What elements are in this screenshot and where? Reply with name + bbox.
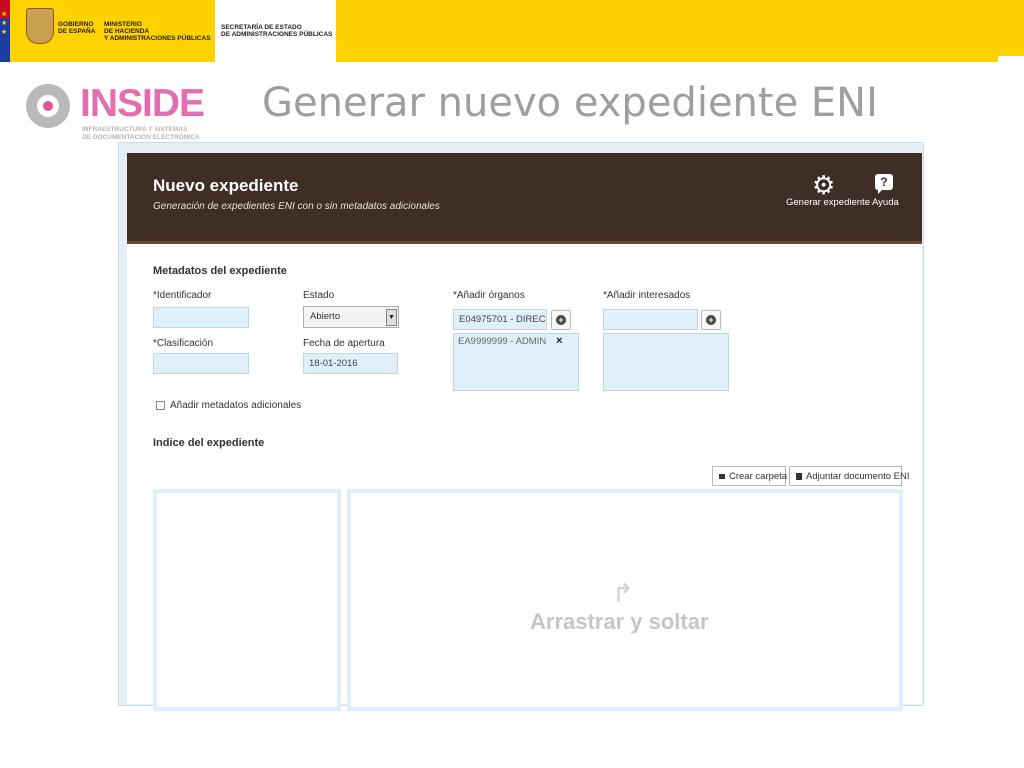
generate-expediente-button[interactable]: Generar expediente bbox=[786, 197, 870, 208]
metadata-section-title: Metadatos del expediente bbox=[153, 265, 287, 277]
add-organo-button[interactable]: + bbox=[551, 310, 571, 330]
help-bubble-tail bbox=[878, 189, 883, 194]
metadatos-adicionales-checkbox[interactable] bbox=[156, 401, 165, 410]
share-arrow-icon: ↱ bbox=[612, 578, 634, 608]
identificador-label: *Identificador bbox=[153, 290, 212, 301]
drop-zone-label: Arrastrar y soltar bbox=[530, 609, 709, 634]
folder-icon bbox=[719, 473, 725, 479]
chevron-down-icon[interactable]: ▼ bbox=[386, 309, 397, 326]
metadatos-adicionales-label: Añadir metadatos adicionales bbox=[170, 400, 302, 411]
create-folder-label: Crear carpeta bbox=[729, 471, 788, 482]
folder-tree-panel[interactable] bbox=[153, 489, 341, 711]
banner-corner bbox=[998, 56, 1024, 64]
interesados-label: *Añadir interesados bbox=[603, 290, 691, 301]
organo-item-label: EA9999999 - ADMINIS bbox=[458, 336, 546, 347]
spain-coat-of-arms-icon bbox=[26, 8, 54, 44]
create-folder-button[interactable]: Crear carpeta bbox=[712, 466, 788, 486]
slide-title: Generar nuevo expediente ENI bbox=[262, 80, 878, 126]
estado-select[interactable]: Abierto bbox=[303, 306, 399, 328]
eu-stars-icon: ★ ★ ★ bbox=[1, 11, 8, 36]
fecha-apertura-label: Fecha de apertura bbox=[303, 338, 385, 349]
estado-label: Estado bbox=[303, 290, 335, 301]
organos-label: *Añadir órganos bbox=[453, 290, 525, 301]
help-bubble-icon[interactable]: ? bbox=[875, 174, 893, 190]
add-interesado-button[interactable]: + bbox=[701, 310, 721, 330]
close-icon[interactable]: × bbox=[556, 335, 562, 347]
gobierno-text: GOBIERNO DE ESPAÑA bbox=[58, 21, 96, 35]
attach-document-label: Adjuntar documento ENI bbox=[806, 471, 910, 482]
clasificacion-input[interactable] bbox=[153, 353, 249, 374]
page-subtitle: Generación de expedientes ENI con o sin … bbox=[153, 201, 440, 212]
help-button[interactable]: Ayuda bbox=[872, 197, 899, 208]
gear-icon[interactable]: ⚙ bbox=[812, 172, 835, 198]
plus-circle-icon: + bbox=[706, 315, 716, 325]
page-title: Nuevo expediente bbox=[153, 176, 299, 195]
organos-input[interactable]: E04975701 - DIRECCIÓ bbox=[453, 309, 547, 330]
identificador-input[interactable] bbox=[153, 307, 249, 328]
clasificacion-label: *Clasificación bbox=[153, 338, 214, 349]
interesados-input[interactable] bbox=[603, 309, 698, 330]
document-icon bbox=[796, 472, 802, 480]
inside-logo-word: INSIDE bbox=[80, 82, 205, 125]
fecha-apertura-input[interactable]: 18-01-2016 bbox=[303, 353, 398, 374]
interesados-list bbox=[603, 333, 729, 391]
attach-document-button[interactable]: Adjuntar documento ENI bbox=[789, 466, 910, 486]
plus-circle-icon: + bbox=[556, 315, 566, 325]
secretaria-text: SECRETARÍA DE ESTADO DE ADMINISTRACIONES … bbox=[221, 24, 333, 38]
indice-section-title: Indice del expediente bbox=[153, 437, 265, 449]
ministerio-text: MINISTERIO DE HACIENDA Y ADMINISTRACIONES … bbox=[104, 21, 211, 42]
inside-logo-subtitle: INFRAESTRUCTURA Y SISTEMAS DE DOCUMENTACI… bbox=[82, 126, 200, 141]
logo-dot bbox=[43, 101, 53, 111]
